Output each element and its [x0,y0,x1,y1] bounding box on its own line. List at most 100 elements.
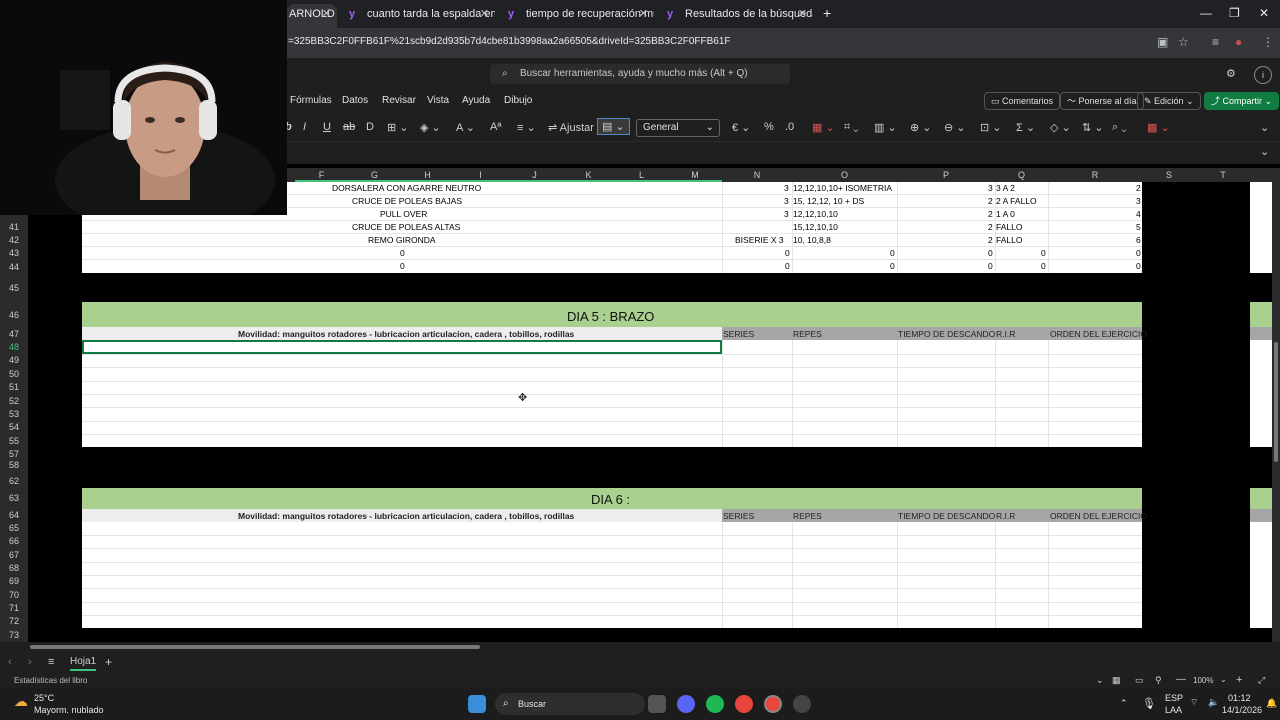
row-45[interactable]: 45 [0,283,28,293]
row-72[interactable]: 72 [0,616,28,626]
weather-temp[interactable]: 25°C [34,693,54,703]
close-icon[interactable]: ✕ [798,4,807,24]
format-table-icon[interactable]: ⌗ ⌄ [844,121,858,134]
menu-icon[interactable]: ⋮ [1262,35,1274,49]
reps-cell[interactable]: 15,12,10,10 [793,221,838,233]
tab-dibujo[interactable]: Dibujo [504,95,532,106]
reps-cell[interactable]: 15, 12,12, 10 + DS [793,195,864,207]
strikethrough-icon[interactable]: ab [343,121,355,133]
microphone-icon[interactable]: 🎙 [1142,697,1156,710]
clear-icon[interactable]: ◇ ⌄ [1050,121,1071,134]
col-n[interactable]: N [722,168,792,182]
page-layout-icon[interactable]: ▭ [1135,675,1144,686]
add-sheet-icon[interactable]: + [105,655,112,669]
col-t[interactable]: T [1196,168,1250,182]
row-42[interactable]: 42 [0,235,28,245]
chevron-down-icon[interactable]: ⌄ [1220,675,1227,684]
exercise-cell[interactable]: DORSALERA CON AGARRE NEUTRO [332,182,481,194]
subscript-icon[interactable]: D [366,121,374,133]
chrome-icon[interactable] [735,695,753,713]
col-r[interactable]: R [1048,168,1142,182]
comments-button[interactable]: ▭ Comentarios [984,92,1061,110]
row-51[interactable]: 51 [0,382,28,392]
autosum-icon[interactable]: Σ ⌄ [1016,121,1035,134]
normal-view-icon[interactable]: ▦ [1112,675,1121,686]
rest-cell[interactable]: 0 [988,247,993,259]
font-size-icon[interactable]: Aª [490,121,501,133]
order-cell[interactable]: 0 [1136,260,1141,272]
row-55[interactable]: 55 [0,436,28,446]
row-52[interactable]: 52 [0,396,28,406]
exercise-cell[interactable]: 0 [400,260,405,272]
zoom-in-icon[interactable]: + [1236,674,1242,686]
rir-cell[interactable]: FALLO [996,234,1022,246]
search-box[interactable]: ⌕ Buscar herramientas, ayuda y mucho más… [490,64,790,84]
close-window-icon[interactable]: ✕ [1259,6,1269,20]
taskbar-search[interactable]: ⌕ Buscar [495,693,645,715]
percent-icon[interactable]: % [764,121,774,133]
tab-revisar[interactable]: Revisar [382,95,416,106]
rir-cell[interactable]: 0 [1041,247,1046,259]
col-s[interactable]: S [1142,168,1196,182]
notification-icon[interactable]: 🔔 [1266,698,1277,709]
exercise-cell[interactable]: CRUCE DE POLEAS BAJAS [352,195,462,207]
discord-icon[interactable] [677,695,695,713]
tab-ayuda[interactable]: Ayuda [462,95,490,106]
number-format-select[interactable]: General ⌄ [636,119,720,137]
tab-espalda[interactable]: y cuanto tarda la espalda en recu ✕ [343,4,495,28]
delete-cells-icon[interactable]: ⊖ ⌄ [944,121,966,134]
volume-icon[interactable]: 🔈 [1208,697,1219,708]
order-cell[interactable]: 4 [1136,208,1141,220]
reps-cell[interactable]: 0 [890,260,895,272]
install-app-icon[interactable]: ▣ [1157,35,1168,49]
rest-cell[interactable]: 3 [988,182,993,194]
task-view-icon[interactable] [648,695,666,713]
series-cell[interactable]: 0 [785,260,790,272]
row-58[interactable]: 58 [0,460,28,470]
horizontal-scrollbar[interactable] [0,642,1280,652]
series-cell[interactable]: BISERIE X 3 [735,234,784,246]
tab-resultados[interactable]: y Resultados de la búsqueda de ✕ [661,4,813,28]
row-67[interactable]: 67 [0,550,28,560]
prev-sheet-icon[interactable]: ‹ [8,656,12,668]
page-break-icon[interactable]: ⚲ [1155,675,1162,686]
row-65[interactable]: 65 [0,523,28,533]
chrome-active-icon[interactable] [764,695,782,713]
addins-icon[interactable]: ▩ ⌄ [1147,121,1170,134]
settings-gear-icon[interactable]: ⚙ [1226,67,1236,80]
vertical-scrollbar[interactable] [1272,182,1280,642]
align-icon[interactable]: ≡ ⌄ [517,121,536,134]
restore-icon[interactable]: ❐ [1229,6,1240,20]
selected-cell[interactable] [82,340,722,354]
url-text[interactable]: =325BB3C2F0FFB61F%21scb9d2d935b7d4cbe81b… [288,36,731,47]
row-70[interactable]: 70 [0,590,28,600]
reps-cell[interactable]: 10, 10,8,8 [793,234,831,246]
day6-mobility[interactable]: Movilidad: manguitos rotadores - lubrica… [238,510,574,522]
rest-cell[interactable]: 2 [988,234,993,246]
close-icon[interactable]: ✕ [322,4,331,24]
row-54[interactable]: 54 [0,422,28,432]
rest-cell[interactable]: 2 [988,195,993,207]
tray-chevron-icon[interactable]: ⌃ [1120,698,1128,709]
reps-cell[interactable]: 12,12,10,10+ ISOMETRIA [793,182,892,194]
next-sheet-icon[interactable]: › [28,656,32,668]
row-71[interactable]: 71 [0,603,28,613]
rest-cell[interactable]: 2 [988,208,993,220]
minimize-icon[interactable]: — [1200,6,1212,20]
row-48[interactable]: 48 [0,342,28,352]
borders-icon[interactable]: ⊞ ⌄ [387,121,409,134]
edit-mode-button[interactable]: ✎ Edición ⌄ [1137,92,1201,110]
spotify-icon[interactable] [706,695,724,713]
weather-desc[interactable]: Mayorm. nublado [34,705,104,715]
bookmark-star-icon[interactable]: ☆ [1178,35,1189,49]
reps-cell[interactable]: 0 [890,247,895,259]
settings-app-icon[interactable] [793,695,811,713]
exercise-cell[interactable]: REMO GIRONDA [368,234,436,246]
rir-cell[interactable]: FALLO [996,221,1022,233]
col-p[interactable]: P [897,168,995,182]
rir-cell[interactable]: 1 A 0 [996,208,1015,220]
currency-icon[interactable]: € ⌄ [732,121,750,134]
row-49[interactable]: 49 [0,355,28,365]
order-cell[interactable]: 0 [1136,247,1141,259]
scrollbar-thumb[interactable] [1274,342,1278,462]
